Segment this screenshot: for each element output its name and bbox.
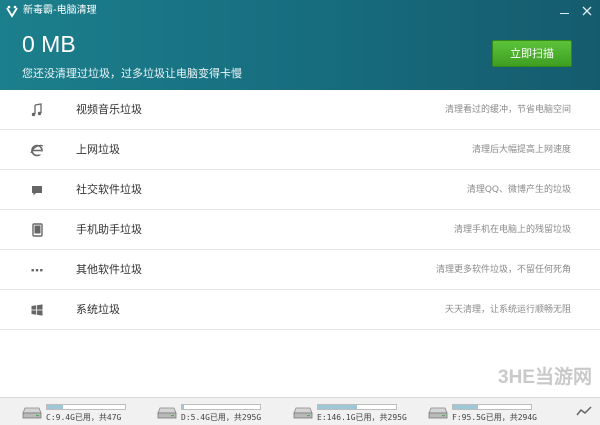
item-description: 清理看过的缓冲，节省电脑空间 — [444, 105, 571, 115]
minimize-icon — [559, 13, 569, 14]
header-banner: 新毒霸-电脑清理 0 MB 您还没清理过垃圾，过多垃圾让电脑变得卡慢 立即扫描 — [0, 0, 600, 90]
chat-bubble-icon — [32, 186, 42, 196]
drive-f: F:95.5G已用，共294G — [428, 402, 558, 424]
hard-drive-icon — [428, 407, 448, 419]
phone-icon — [32, 223, 43, 237]
minimize-button[interactable] — [555, 2, 573, 20]
drive-usage-bar — [452, 404, 532, 410]
item-title: 视频音乐垃圾 — [76, 103, 142, 116]
drive-usage-text: C:9.4G已用，共47G — [46, 413, 122, 422]
junk-category-list: 视频音乐垃圾 清理看过的缓冲，节省电脑空间 上网垃圾 清理后大幅提高上网速度 社… — [0, 90, 600, 330]
site-watermark: 3HE当游网 — [498, 367, 592, 388]
drive-usage-bar — [46, 404, 126, 410]
scan-now-button[interactable]: 立即扫描 — [492, 40, 572, 67]
item-description: 清理手机在电脑上的残留垃圾 — [453, 225, 571, 235]
drive-c: C:9.4G已用，共47G — [22, 402, 152, 424]
drive-usage-fill — [453, 405, 478, 409]
item-description: 清理更多软件垃圾，不留任何死角 — [435, 265, 571, 275]
hard-drive-icon — [157, 407, 177, 419]
drive-usage-bar — [181, 404, 261, 410]
window-title: 新毒霸-电脑清理 — [23, 5, 97, 16]
hard-drive-icon — [22, 407, 42, 419]
junk-status-text: 您还没清理过垃圾，过多垃圾让电脑变得卡慢 — [22, 67, 242, 80]
item-title: 上网垃圾 — [76, 143, 120, 156]
item-description: 清理QQ、微博产生的垃圾 — [466, 185, 571, 195]
status-bar: C:9.4G已用，共47G D:5.4G已用，共295G E:146.1G已用，… — [0, 397, 600, 425]
drive-usage-fill — [318, 405, 357, 409]
junk-size-value: 0 MB — [22, 31, 76, 57]
item-title: 社交软件垃圾 — [76, 183, 142, 196]
list-item-other-software[interactable]: 其他软件垃圾 清理更多软件垃圾，不留任何死角 — [0, 250, 600, 290]
item-title: 手机助手垃圾 — [76, 223, 142, 236]
browser-icon — [30, 144, 44, 157]
list-item-video-music[interactable]: 视频音乐垃圾 清理看过的缓冲，节省电脑空间 — [0, 90, 600, 130]
drive-d: D:5.4G已用，共295G — [157, 402, 287, 424]
drive-usage-text: D:5.4G已用，共295G — [181, 413, 262, 422]
drive-usage-bar — [317, 404, 397, 410]
close-icon — [582, 6, 592, 16]
list-item-system[interactable]: 系统垃圾 天天清理，让系统运行顺畅无阻 — [0, 290, 600, 330]
close-button[interactable] — [578, 2, 596, 20]
more-dots-icon — [31, 269, 43, 272]
list-item-phone-assistant[interactable]: 手机助手垃圾 清理手机在电脑上的残留垃圾 — [0, 210, 600, 250]
windows-icon — [31, 304, 43, 316]
drive-usage-fill — [47, 405, 63, 409]
drive-usage-text: F:95.5G已用，共294G — [452, 413, 537, 422]
drive-e: E:146.1G已用，共295G — [293, 402, 423, 424]
music-note-icon — [31, 103, 42, 117]
item-title: 其他软件垃圾 — [76, 263, 142, 276]
trend-chart-icon[interactable] — [576, 404, 593, 418]
list-item-social[interactable]: 社交软件垃圾 清理QQ、微博产生的垃圾 — [0, 170, 600, 210]
duba-logo-icon — [6, 5, 18, 18]
item-title: 系统垃圾 — [76, 303, 120, 316]
list-item-internet[interactable]: 上网垃圾 清理后大幅提高上网速度 — [0, 130, 600, 170]
title-bar: 新毒霸-电脑清理 — [0, 0, 600, 22]
drive-usage-fill — [182, 405, 184, 409]
drive-usage-text: E:146.1G已用，共295G — [317, 413, 407, 422]
item-description: 清理后大幅提高上网速度 — [471, 145, 571, 155]
item-description: 天天清理，让系统运行顺畅无阻 — [444, 305, 571, 315]
hard-drive-icon — [293, 407, 313, 419]
